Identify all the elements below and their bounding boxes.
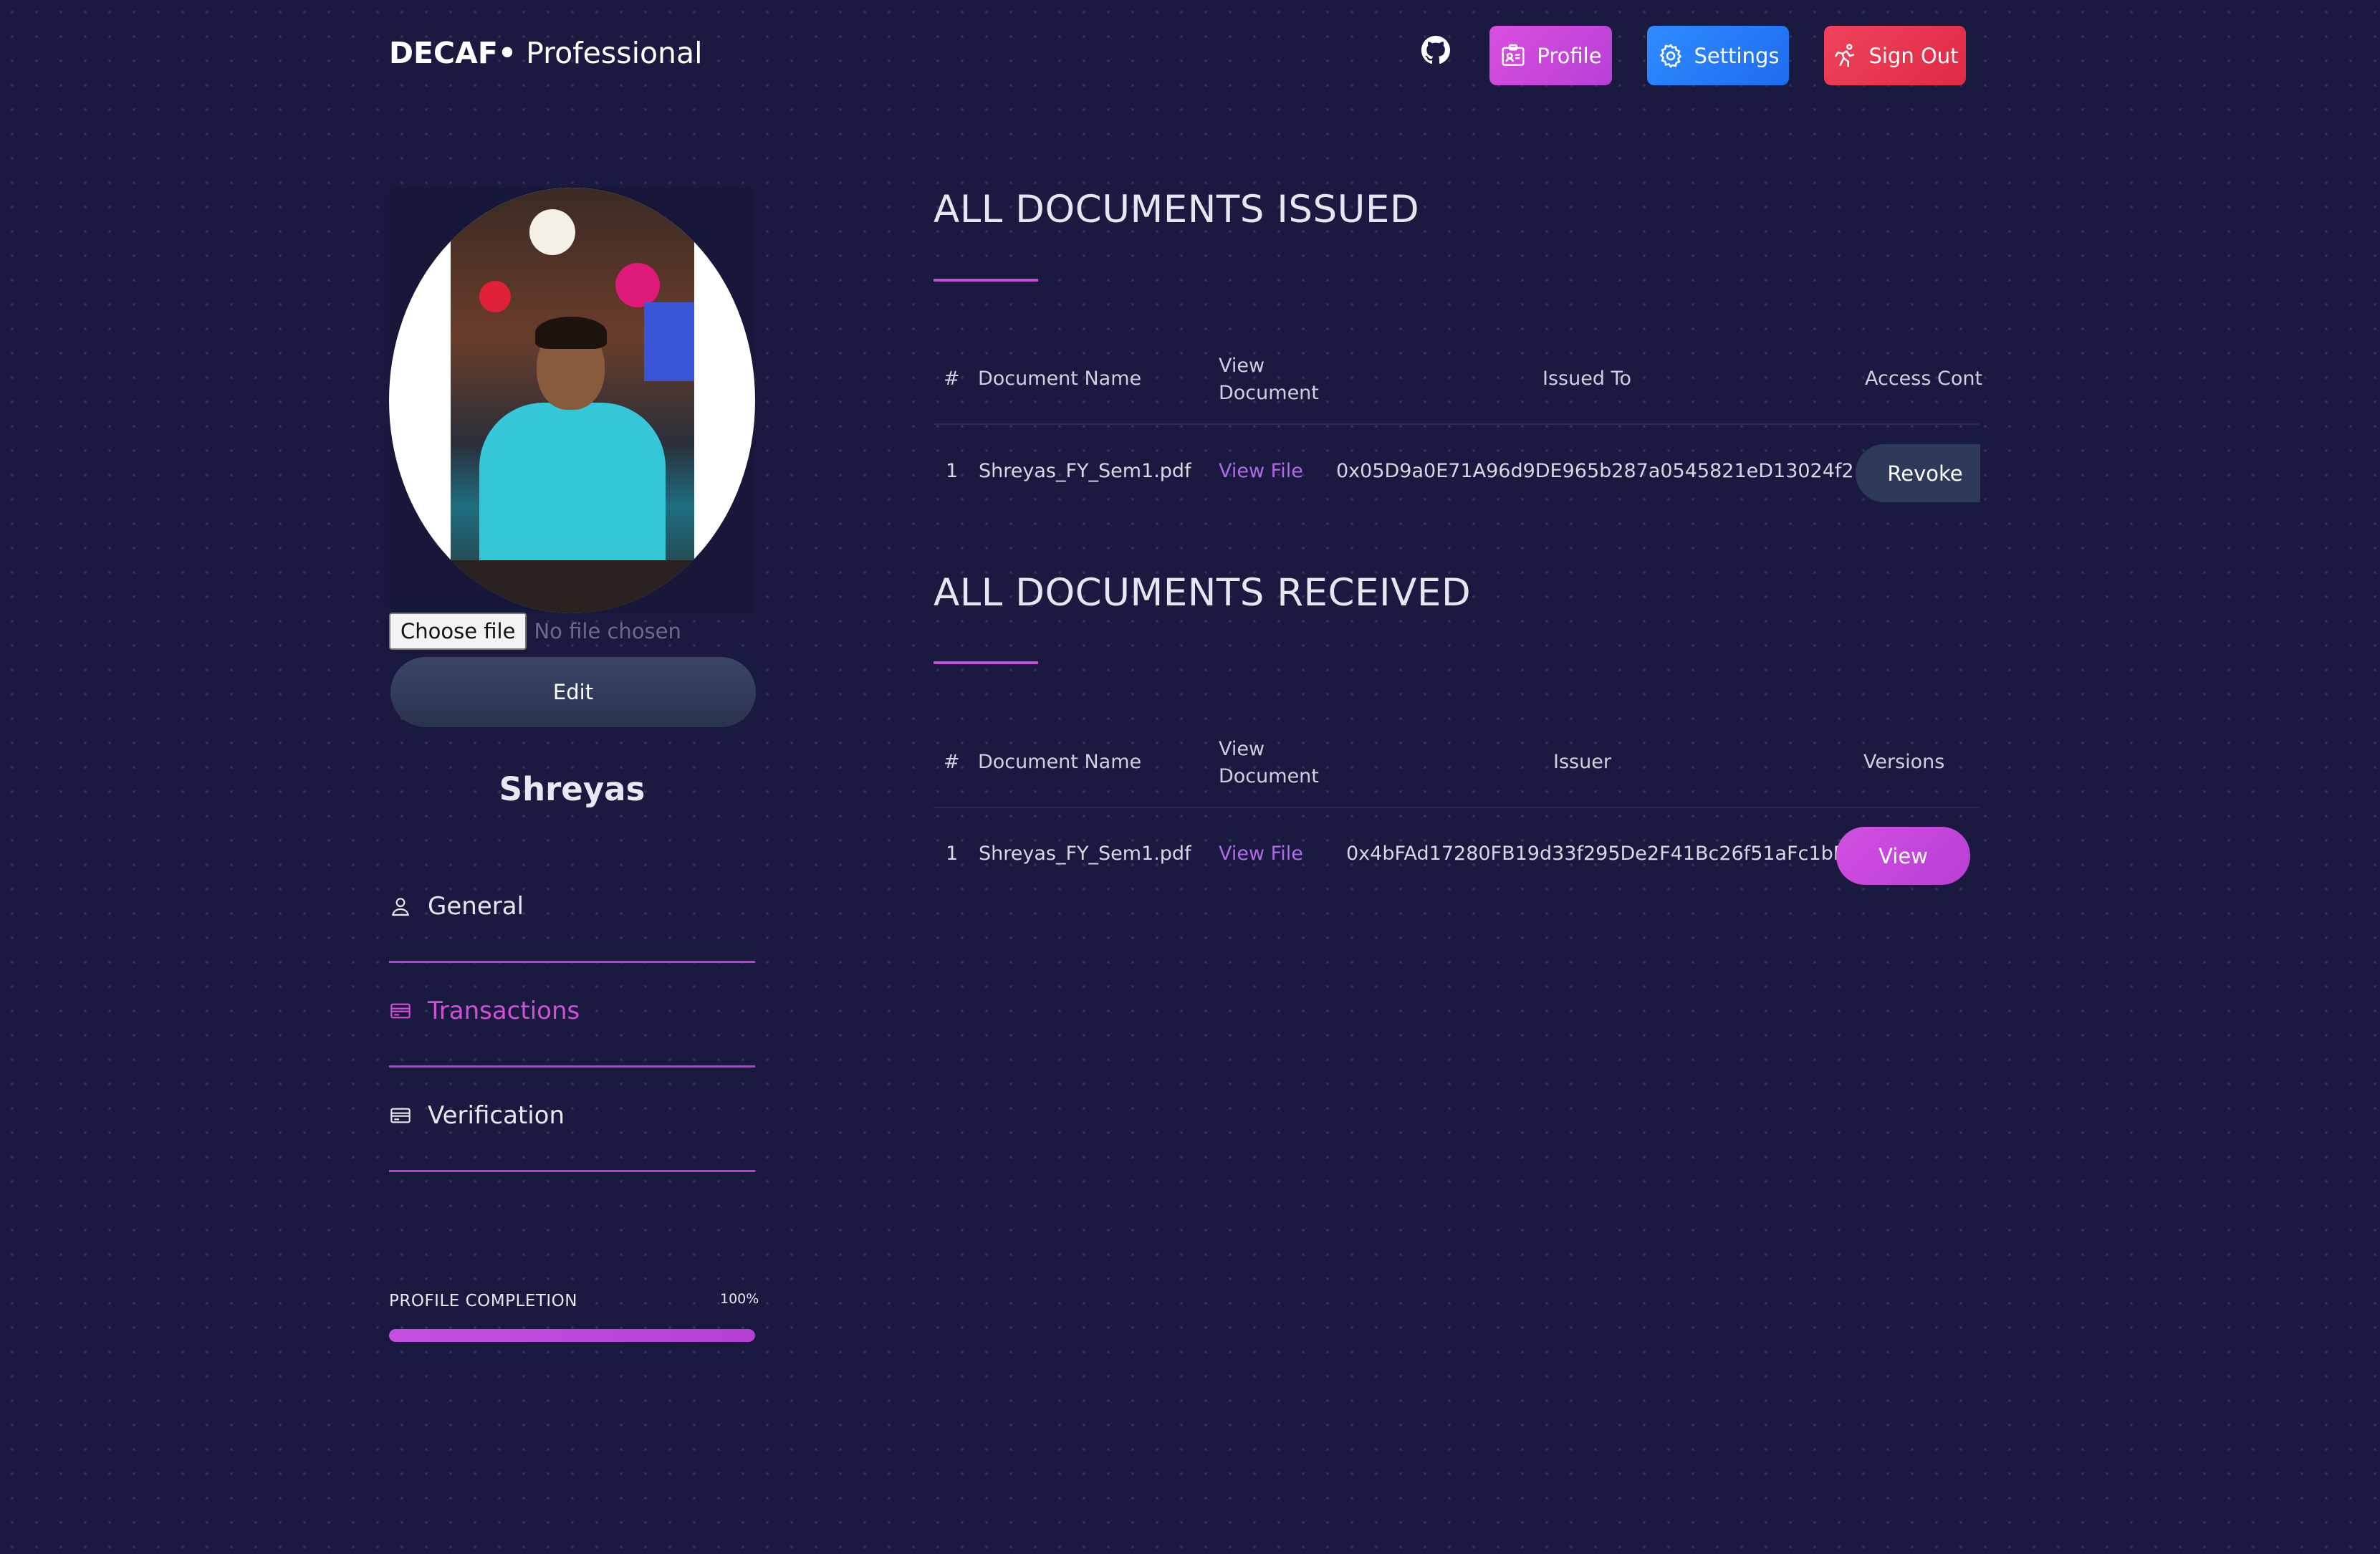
github-icon[interactable] [1421, 36, 1450, 64]
edit-button[interactable]: Edit [390, 657, 756, 727]
profile-button-label: Profile [1537, 43, 1602, 68]
file-status: No file chosen [534, 619, 681, 643]
view-versions-button[interactable]: View [1836, 827, 1970, 885]
received-header-view-line1: View [1219, 738, 1265, 760]
issued-row-num: 1 [946, 460, 959, 482]
avatar-file-input: Choose file No file chosen [389, 613, 681, 650]
menu-item-general-label: General [428, 891, 524, 921]
received-header-versions: Versions [1863, 751, 1945, 773]
issued-header-access: Access Cont [1865, 368, 1983, 390]
photo-screen [644, 302, 694, 381]
gear-icon [1659, 43, 1681, 68]
received-title-underline [934, 661, 1038, 664]
brand-dot: • [497, 36, 517, 70]
issued-header-view-line1: View [1219, 355, 1265, 377]
brand-suffix: Professional [526, 36, 703, 70]
avatar-oval [389, 188, 755, 613]
brand-name: DECAF [389, 36, 498, 70]
received-row-issuer: 0x4bFAd17280FB19d33f295De2F41Bc26f51aFc1… [1346, 843, 1846, 865]
photo-table [451, 560, 694, 613]
issued-row-name: Shreyas_FY_Sem1.pdf [979, 460, 1191, 482]
profile-completion-bar [389, 1329, 755, 1342]
photo-lamp-white [529, 209, 575, 255]
id-card-icon [1502, 44, 1525, 66]
settings-button[interactable]: Settings [1647, 26, 1789, 85]
settings-button-label: Settings [1694, 43, 1780, 68]
profile-photo [451, 188, 694, 613]
running-person-icon [1835, 43, 1855, 67]
received-header-num: # [944, 751, 960, 773]
issued-header-issued-to: Issued To [1542, 368, 1631, 390]
profile-completion-fill [389, 1329, 755, 1342]
avatar [389, 188, 755, 613]
photo-lamp-pink [615, 263, 660, 307]
menu-item-general[interactable]: General [389, 858, 755, 963]
brand-logo[interactable]: DECAF• Professional [389, 36, 703, 70]
profile-completion-value: 100% [720, 1291, 759, 1307]
menu-item-transactions[interactable]: Transactions [389, 963, 755, 1068]
received-row-num: 1 [946, 843, 959, 865]
credit-card-icon [390, 1108, 411, 1123]
menu-item-verification-label: Verification [428, 1100, 565, 1130]
received-header-name: Document Name [978, 751, 1142, 773]
revoke-button[interactable]: Revoke [1856, 444, 1980, 502]
issued-header-view: View Document [1219, 352, 1319, 407]
issued-header-name: Document Name [978, 368, 1142, 390]
received-row-name: Shreyas_FY_Sem1.pdf [979, 843, 1191, 865]
choose-file-button[interactable]: Choose file [389, 613, 527, 650]
issued-header-view-line2: Document [1219, 382, 1319, 404]
issued-header-divider [934, 423, 1980, 425]
profile-completion-label: PROFILE COMPLETION [389, 1292, 577, 1310]
issued-row-view-link[interactable]: View File [1219, 460, 1303, 482]
menu-item-transactions-label: Transactions [428, 996, 580, 1025]
photo-hair [535, 317, 607, 349]
menu-item-verification[interactable]: Verification [389, 1068, 755, 1172]
issued-title-underline [934, 279, 1038, 282]
issued-header-num: # [944, 368, 960, 390]
photo-shirt [479, 403, 666, 575]
sign-out-button[interactable]: Sign Out [1824, 26, 1966, 85]
credit-card-icon [390, 1003, 411, 1018]
issued-row-issued-to: 0x05D9a0E71A96d9DE965b287a0545821eD13024… [1336, 460, 1854, 482]
sign-out-button-label: Sign Out [1868, 43, 1959, 68]
user-icon [392, 897, 409, 916]
issued-title: ALL DOCUMENTS ISSUED [934, 188, 1420, 231]
received-header-view-line2: Document [1219, 765, 1319, 787]
received-title: ALL DOCUMENTS RECEIVED [934, 571, 1472, 615]
received-row-view-link[interactable]: View File [1219, 843, 1303, 865]
profile-button[interactable]: Profile [1489, 26, 1612, 85]
photo-lamp-red [479, 281, 511, 312]
received-header-issuer: Issuer [1553, 751, 1611, 773]
received-header-divider [934, 807, 1980, 808]
user-name: Shreyas [499, 770, 646, 808]
received-header-view: View Document [1219, 736, 1319, 790]
